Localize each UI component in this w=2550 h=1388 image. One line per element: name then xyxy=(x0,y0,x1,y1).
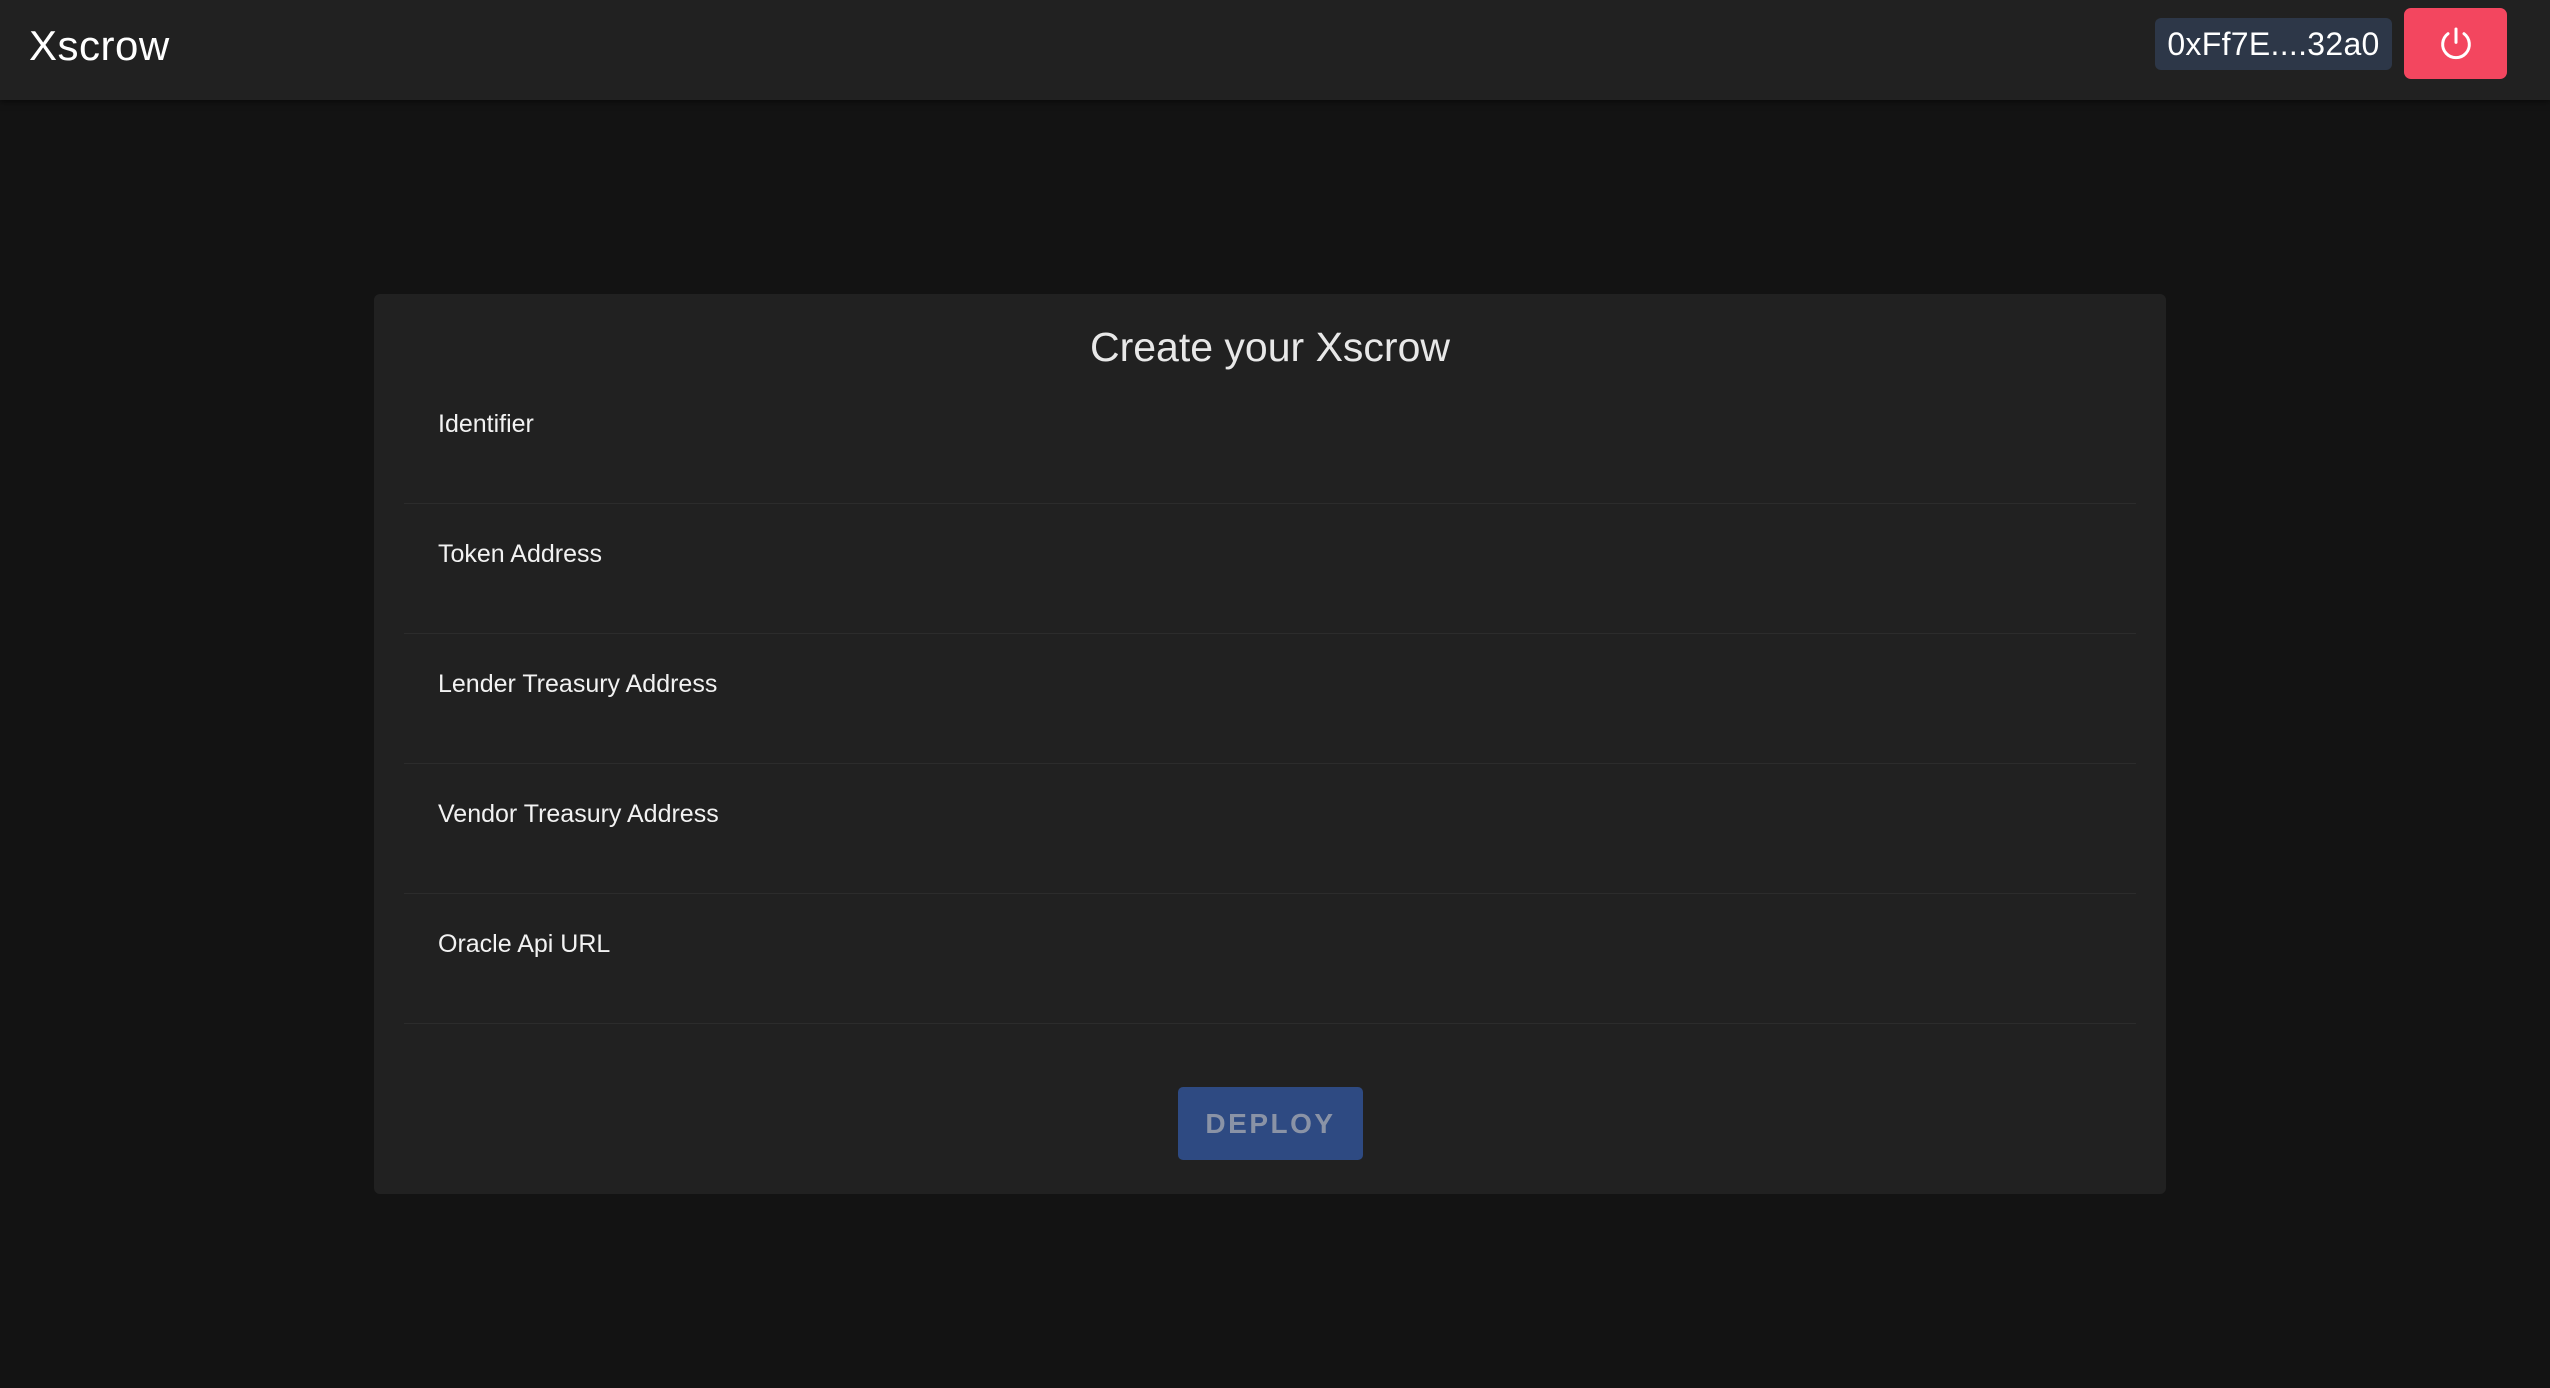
field-lender-treasury-address: Lender Treasury Address xyxy=(404,634,2136,764)
create-xscrow-card: Create your Xscrow Identifier Token Addr… xyxy=(374,294,2166,1194)
field-label-identifier: Identifier xyxy=(438,410,534,438)
field-label-vendor-treasury-address: Vendor Treasury Address xyxy=(438,800,719,828)
lender-treasury-address-input[interactable] xyxy=(438,704,2102,748)
field-label-token-address: Token Address xyxy=(438,540,602,568)
field-identifier: Identifier xyxy=(404,374,2136,504)
power-icon xyxy=(2440,27,2471,59)
deploy-button[interactable]: DEPLOY xyxy=(1178,1087,1363,1160)
vendor-treasury-address-input[interactable] xyxy=(438,834,2102,878)
card-title: Create your Xscrow xyxy=(1089,324,1450,370)
identifier-input[interactable] xyxy=(438,444,2102,488)
oracle-api-url-input[interactable] xyxy=(438,964,2102,1008)
disconnect-button[interactable] xyxy=(2404,8,2507,79)
wallet-address-chip[interactable]: 0xFf7E....32a0 xyxy=(2155,18,2392,70)
field-vendor-treasury-address: Vendor Treasury Address xyxy=(404,764,2136,894)
field-oracle-api-url: Oracle Api URL xyxy=(404,894,2136,1024)
field-label-oracle-api-url: Oracle Api URL xyxy=(438,930,611,958)
field-label-lender-treasury-address: Lender Treasury Address xyxy=(438,670,718,698)
field-token-address: Token Address xyxy=(404,504,2136,634)
token-address-input[interactable] xyxy=(438,574,2102,618)
app-brand: Xscrow xyxy=(29,22,170,69)
top-navbar: Xscrow 0xFf7E....32a0 xyxy=(0,0,2550,100)
